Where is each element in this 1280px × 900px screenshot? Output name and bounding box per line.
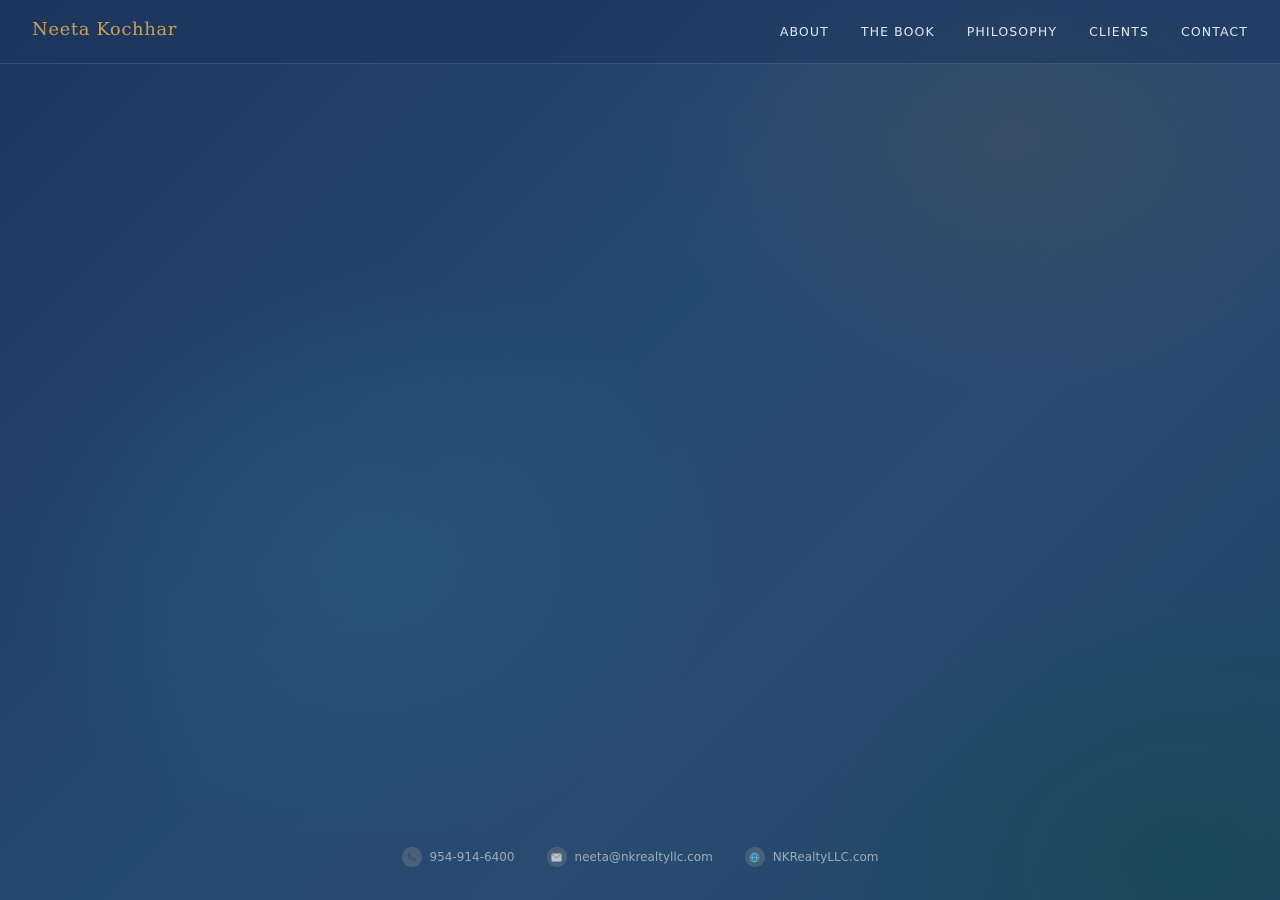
phone-icon [401, 847, 422, 867]
contact-bar: 954-914-6400 neeta@nkrealtyllc.com NKRea… [0, 847, 1280, 867]
hero-background [0, 0, 1280, 900]
nav-item-philosophy[interactable]: PHILOSOPHY [967, 24, 1057, 39]
brand-logo[interactable]: Neeta Kochhar [32, 19, 177, 40]
contact-email-link[interactable]: neeta@nkrealtyllc.com [546, 847, 713, 867]
nav-item-contact[interactable]: CONTACT [1181, 24, 1248, 39]
contact-website-text: NKRealtyLLC.com [772, 850, 879, 864]
main-nav: ABOUT THE BOOK PHILOSOPHY CLIENTS CONTAC… [780, 24, 1248, 39]
email-icon [546, 847, 567, 867]
nav-item-clients[interactable]: CLIENTS [1089, 24, 1149, 39]
nav-item-about[interactable]: ABOUT [780, 24, 829, 39]
contact-website-link[interactable]: NKRealtyLLC.com [744, 847, 879, 867]
nav-item-the-book[interactable]: THE BOOK [861, 24, 935, 39]
contact-email-text: neeta@nkrealtyllc.com [574, 850, 713, 864]
contact-phone-link[interactable]: 954-914-6400 [401, 847, 515, 867]
top-navbar: Neeta Kochhar ABOUT THE BOOK PHILOSOPHY … [0, 0, 1280, 64]
contact-phone-text: 954-914-6400 [429, 850, 515, 864]
globe-icon [744, 847, 765, 867]
